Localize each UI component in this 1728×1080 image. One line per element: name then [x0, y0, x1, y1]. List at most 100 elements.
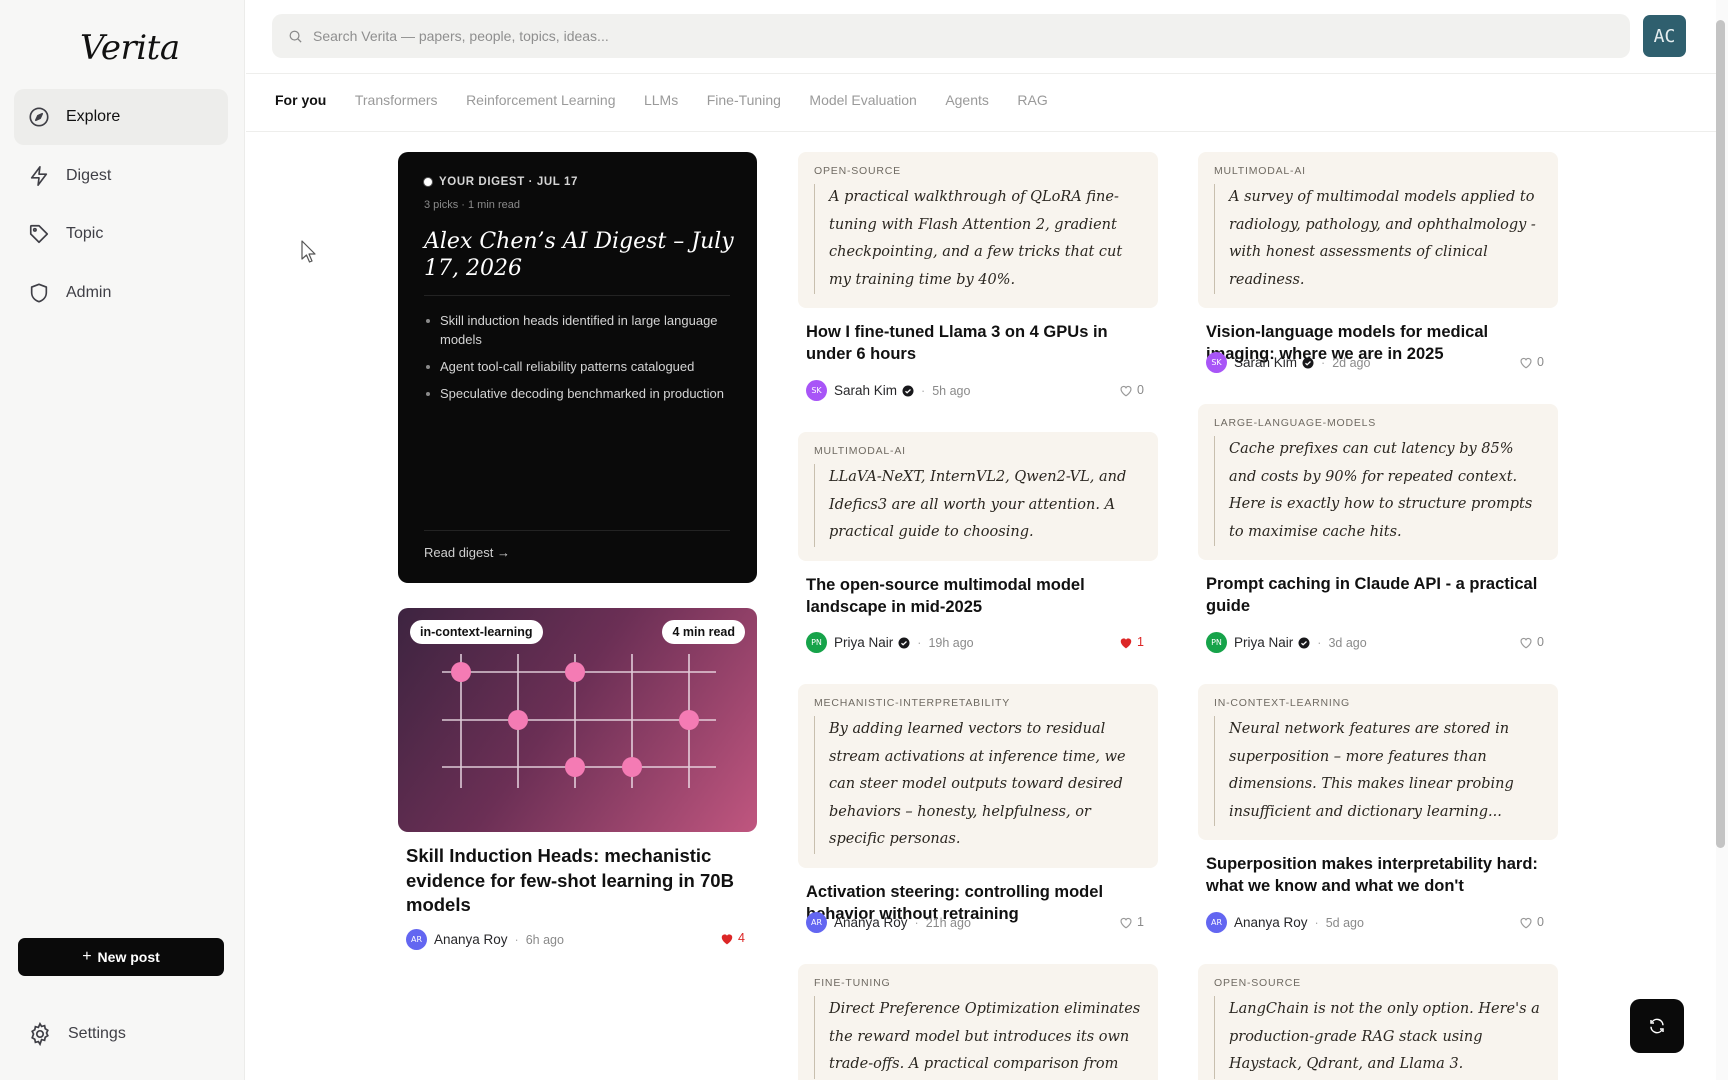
- like-count: 4: [738, 931, 745, 945]
- post-card[interactable]: FINE-TUNING Direct Preference Optimizati…: [798, 964, 1158, 1080]
- post-title[interactable]: The open-source multimodal model landsca…: [806, 574, 1150, 618]
- tab-rag[interactable]: RAG: [1017, 92, 1047, 108]
- like-button[interactable]: 0: [1519, 355, 1544, 369]
- author-name: Priya Nair: [834, 635, 894, 650]
- heart-icon: [1520, 917, 1532, 928]
- refresh-button[interactable]: [1630, 999, 1684, 1053]
- tab-fine-tuning[interactable]: Fine-Tuning: [707, 92, 781, 108]
- post-card[interactable]: IN-CONTEXT-LEARNING Neural network featu…: [1198, 684, 1558, 897]
- post-title[interactable]: How I fine-tuned Llama 3 on 4 GPUs in un…: [806, 321, 1150, 365]
- sidebar-item-explore[interactable]: Explore: [14, 89, 228, 145]
- like-button[interactable]: 0: [1519, 635, 1544, 649]
- post-author[interactable]: SK Sarah Kim 2d ago: [1206, 352, 1370, 373]
- author-name: Ananya Roy: [1234, 915, 1308, 930]
- tab-llms[interactable]: LLMs: [644, 92, 678, 108]
- post-author[interactable]: PN Priya Nair 3d ago: [1206, 632, 1367, 653]
- post-card[interactable]: MECHANISTIC-INTERPRETABILITY By adding l…: [798, 684, 1158, 925]
- post-category: MULTIMODAL-AI: [814, 445, 906, 457]
- post-category: IN-CONTEXT-LEARNING: [1214, 697, 1350, 709]
- heart-filled-icon: [1120, 637, 1132, 648]
- post-time: 6h ago: [515, 933, 564, 947]
- heart-icon: [1520, 637, 1532, 648]
- digest-card[interactable]: YOUR DIGEST · JUL 17 3 picks · 1 min rea…: [398, 152, 757, 583]
- sidebar-item-label: Topic: [66, 225, 104, 242]
- avatar: AR: [406, 929, 427, 950]
- read-digest-link[interactable]: Read digest →: [424, 545, 510, 560]
- featured-image[interactable]: in-context-learning 4 min read: [398, 608, 757, 832]
- post-category: OPEN-SOURCE: [814, 165, 901, 177]
- search-input[interactable]: [313, 28, 1513, 44]
- post-time: 5d ago: [1315, 916, 1364, 930]
- post-category: OPEN-SOURCE: [1214, 977, 1301, 989]
- scrollbar-thumb[interactable]: [1716, 20, 1725, 848]
- post-category: MECHANISTIC-INTERPRETABILITY: [814, 697, 1011, 709]
- post-author[interactable]: AR Ananya Roy 5d ago: [1206, 912, 1364, 933]
- divider: [246, 73, 1716, 74]
- post-excerpt: Cache prefixes can cut latency by 85% an…: [1214, 436, 1542, 546]
- like-count: 0: [1537, 915, 1544, 929]
- avatar: AR: [806, 912, 827, 933]
- search-bar[interactable]: [272, 14, 1630, 58]
- digest-bullets: Skill induction heads identified in larg…: [426, 311, 730, 411]
- like-count: 0: [1137, 383, 1144, 397]
- post-author[interactable]: SK Sarah Kim 5h ago: [806, 380, 970, 401]
- featured-author[interactable]: AR Ananya Roy 6h ago: [406, 929, 564, 950]
- featured-title[interactable]: Skill Induction Heads: mechanistic evide…: [406, 844, 751, 918]
- author-name: Sarah Kim: [834, 383, 898, 398]
- post-title[interactable]: Superposition makes interpretability har…: [1206, 853, 1550, 897]
- post-excerpt: Direct Preference Optimization eliminate…: [814, 996, 1142, 1079]
- post-excerpt: LLaVA-NeXT, InternVL2, Qwen2-VL, and Ide…: [814, 464, 1142, 547]
- digest-meta: 3 picks · 1 min read: [424, 199, 520, 211]
- tab-reinforcement-learning[interactable]: Reinforcement Learning: [466, 92, 615, 108]
- author-name: Ananya Roy: [434, 932, 508, 947]
- refresh-icon: [1650, 1018, 1664, 1034]
- tab-agents[interactable]: Agents: [945, 92, 989, 108]
- post-card[interactable]: OPEN-SOURCE LangChain is not the only op…: [1198, 964, 1558, 1080]
- compass-icon: [29, 107, 49, 127]
- author-name: Ananya Roy: [834, 915, 908, 930]
- user-avatar-button[interactable]: AC: [1643, 15, 1686, 57]
- post-category: LARGE-LANGUAGE-MODELS: [1214, 417, 1377, 429]
- like-button[interactable]: 1: [1119, 635, 1144, 649]
- divider: [246, 131, 1716, 132]
- post-excerpt-box: OPEN-SOURCE A practical walkthrough of Q…: [798, 152, 1158, 308]
- author-name: Priya Nair: [1234, 635, 1294, 650]
- sidebar-item-admin[interactable]: Admin: [14, 265, 228, 321]
- post-excerpt: A survey of multimodal models applied to…: [1214, 184, 1542, 294]
- settings-label: Settings: [68, 1025, 126, 1042]
- post-card[interactable]: OPEN-SOURCE A practical walkthrough of Q…: [798, 152, 1158, 365]
- post-card[interactable]: LARGE-LANGUAGE-MODELS Cache prefixes can…: [1198, 404, 1558, 617]
- post-author[interactable]: PN Priya Nair 19h ago: [806, 632, 974, 653]
- lightning-icon: [30, 165, 48, 186]
- radio-dot-icon: [424, 178, 432, 186]
- like-button[interactable]: 4: [720, 931, 745, 945]
- post-time: 3d ago: [1317, 636, 1366, 650]
- like-button[interactable]: 1: [1119, 915, 1144, 929]
- tab-model-evaluation[interactable]: Model Evaluation: [809, 92, 916, 108]
- search-icon: [289, 30, 302, 43]
- settings-button[interactable]: Settings: [28, 1022, 126, 1046]
- like-button[interactable]: 0: [1519, 915, 1544, 929]
- shield-icon: [30, 282, 48, 303]
- avatar: PN: [1206, 632, 1227, 653]
- post-excerpt: A practical walkthrough of QLoRA fine-tu…: [814, 184, 1142, 294]
- post-card[interactable]: MULTIMODAL-AI A survey of multimodal mod…: [1198, 152, 1558, 365]
- tab-for-you[interactable]: For you: [275, 92, 326, 108]
- sidebar-nav: Explore Digest Topic Admin: [14, 89, 228, 323]
- post-title[interactable]: Prompt caching in Claude API - a practic…: [1206, 573, 1550, 617]
- new-post-button[interactable]: + New post: [18, 938, 224, 976]
- post-excerpt-box: IN-CONTEXT-LEARNING Neural network featu…: [1198, 684, 1558, 840]
- sidebar-item-topic[interactable]: Topic: [14, 206, 228, 262]
- post-author[interactable]: AR Ananya Roy 21h ago: [806, 912, 971, 933]
- post-card[interactable]: MULTIMODAL-AI LLaVA-NeXT, InternVL2, Qwe…: [798, 432, 1158, 618]
- like-button[interactable]: 0: [1119, 383, 1144, 397]
- sidebar-item-digest[interactable]: Digest: [14, 148, 228, 204]
- verified-icon: [1298, 637, 1310, 648]
- divider: [424, 295, 730, 296]
- heart-filled-icon: [721, 933, 733, 944]
- app-logo[interactable]: Verita: [80, 28, 180, 68]
- tab-transformers[interactable]: Transformers: [355, 92, 438, 108]
- topic-pill[interactable]: in-context-learning: [410, 620, 543, 644]
- digest-bullet: Agent tool-call reliability patterns cat…: [426, 357, 730, 376]
- topic-tabs: For you Transformers Reinforcement Learn…: [275, 92, 1076, 108]
